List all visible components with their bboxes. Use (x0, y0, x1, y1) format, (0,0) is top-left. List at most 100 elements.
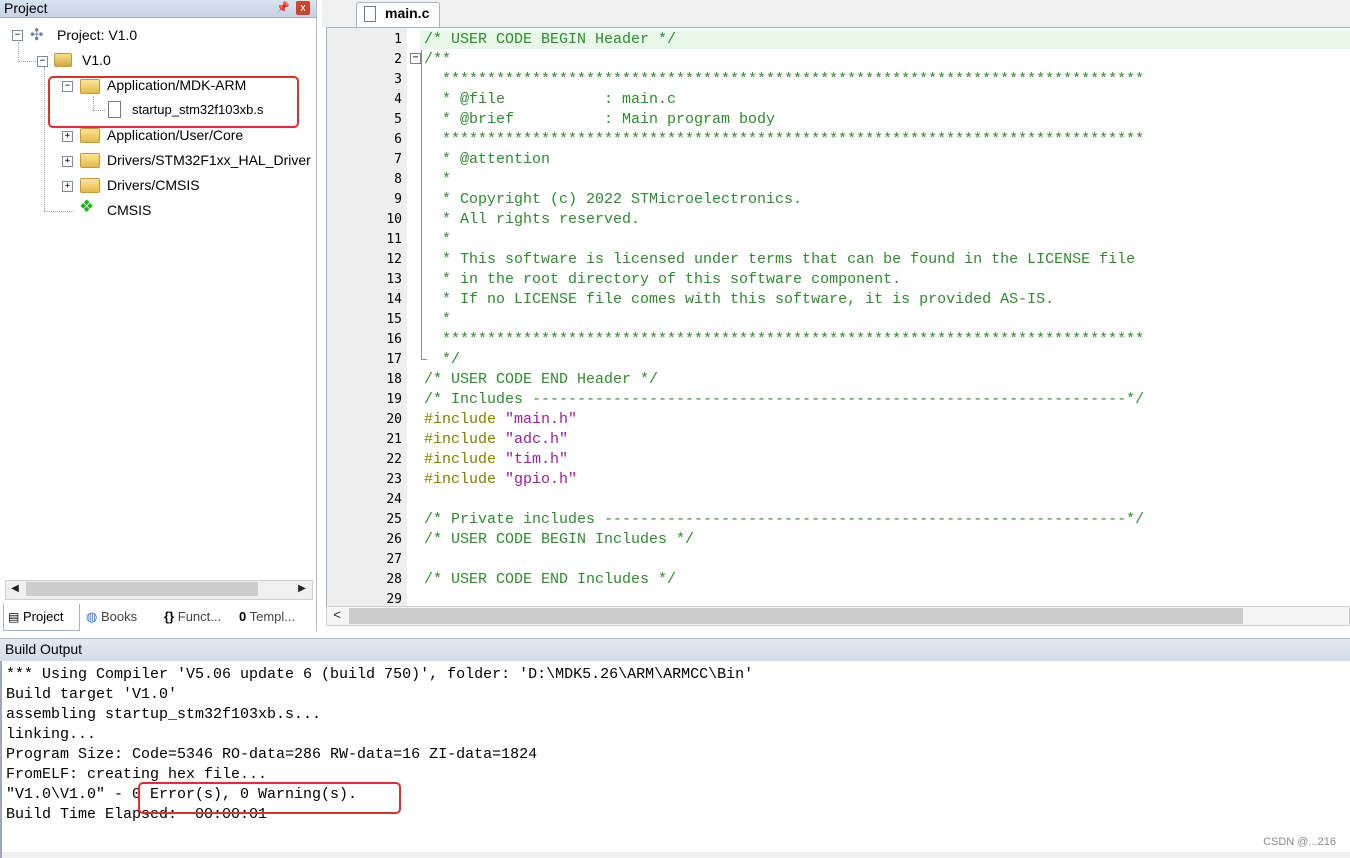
line-number: 27 (386, 552, 402, 567)
code-line: ****************************************… (424, 331, 1145, 348)
tree-item-group[interactable]: Drivers/CMSIS (107, 174, 200, 196)
code-line: * (424, 231, 452, 248)
code-line: * @brief : Main program body (424, 111, 776, 128)
code-line: #include "tim.h" (424, 450, 568, 470)
line-number: 29 (386, 592, 402, 604)
code-line: * in the root directory of this software… (424, 271, 902, 288)
scroll-right-icon[interactable]: ▶ (294, 581, 310, 597)
tab-label: Funct... (177, 609, 222, 624)
tree-item-target[interactable]: V1.0 (82, 49, 111, 71)
tree-connector (44, 67, 45, 211)
code-line: /* USER CODE END Header */ (424, 371, 659, 388)
tab-label: Books (100, 609, 138, 624)
editor-tab-bar (322, 0, 1350, 27)
tab-label: main.c (385, 5, 430, 21)
code-line: #include "adc.h" (424, 430, 568, 450)
tab-templates[interactable]: 0 Templ... (239, 605, 295, 629)
tab-label: Project (22, 609, 64, 624)
preprocessor-directive: #include (424, 411, 497, 428)
code-line: #include "gpio.h" (424, 470, 577, 490)
line-number: 16 (386, 332, 402, 347)
tab-functions[interactable]: {} Funct... (164, 605, 221, 629)
code-line: ****************************************… (424, 71, 1145, 88)
line-number: 28 (386, 572, 402, 587)
tree-item-component[interactable]: CMSIS (107, 199, 151, 221)
line-number: 9 (394, 192, 402, 207)
line-number: 13 (386, 272, 402, 287)
build-output-title: Build Output (5, 641, 83, 657)
line-number: 23 (386, 472, 402, 487)
project-panel-title-bar: Project 📌 x (0, 0, 316, 18)
scrollbar-thumb[interactable] (349, 608, 1243, 624)
code-line: /** (424, 51, 452, 68)
code-line: * If no LICENSE file comes with this sof… (424, 291, 1055, 308)
line-number: 4 (394, 92, 402, 107)
code-line: * (424, 171, 452, 188)
project-horizontal-scrollbar[interactable]: ◀ ▶ (5, 580, 313, 600)
line-number: 20 (386, 412, 402, 427)
build-output-line: Build target 'V1.0' (6, 686, 178, 703)
tab-project[interactable]: ▤ Project (8, 605, 63, 629)
scroll-left-icon[interactable]: < (329, 607, 345, 623)
code-line: /* USER CODE END Includes */ (424, 571, 677, 588)
tab-main-c[interactable]: main.c (356, 2, 440, 27)
scrollbar-thumb[interactable] (26, 582, 258, 596)
string-literal: "gpio.h" (505, 471, 578, 488)
code-line: * All rights reserved. (424, 211, 641, 228)
tree-connector (44, 211, 74, 212)
pin-icon[interactable]: 📌 (276, 1, 290, 15)
target-icon (54, 53, 72, 67)
code-line: /* Includes ----------------------------… (424, 391, 1145, 408)
line-number: 17 (386, 352, 402, 367)
preprocessor-directive: #include (424, 451, 497, 468)
collapse-toggle[interactable]: − (37, 56, 48, 67)
code-line: /* USER CODE BEGIN Header */ (424, 31, 677, 48)
line-number: 10 (386, 212, 402, 227)
scroll-left-icon[interactable]: ◀ (7, 581, 23, 597)
string-literal: "main.h" (505, 411, 578, 428)
tree-item-group[interactable]: Drivers/STM32F1xx_HAL_Driver (107, 149, 314, 171)
project-panel-title: Project (4, 0, 48, 16)
books-icon: ◍ (86, 609, 98, 624)
line-number: 12 (386, 252, 402, 267)
templates-icon: 0 (239, 609, 247, 624)
component-icon: ❖ (79, 197, 95, 216)
folder-icon (80, 128, 100, 143)
build-output-title-bar: Build Output (0, 638, 1350, 662)
line-number: 15 (386, 312, 402, 327)
line-number: 22 (386, 452, 402, 467)
fold-collapse-icon[interactable]: − (410, 53, 421, 64)
annotation-highlight (138, 782, 401, 814)
expand-toggle[interactable]: + (62, 131, 73, 142)
build-output-scrollbar[interactable] (2, 852, 1350, 858)
tree-item-project[interactable]: Project: V1.0 (57, 24, 137, 46)
line-number: 26 (386, 532, 402, 547)
project-icon: ✣ (30, 27, 44, 44)
line-number: 11 (386, 232, 402, 247)
editor-horizontal-scrollbar[interactable]: < (326, 606, 1350, 626)
build-output-line: linking... (6, 726, 97, 743)
code-line: #include "main.h" (424, 410, 577, 430)
build-output-line: assembling startup_stm32f103xb.s... (6, 706, 322, 723)
tree-connector (18, 42, 19, 62)
tab-label: Templ... (249, 609, 296, 624)
code-line: /* Private includes --------------------… (424, 511, 1145, 528)
collapse-toggle[interactable]: − (12, 30, 23, 41)
tab-books[interactable]: ◍ Books (86, 605, 137, 629)
code-line: * @attention (424, 151, 551, 168)
close-icon[interactable]: x (296, 1, 310, 15)
code-line: * Copyright (c) 2022 STMicroelectronics. (424, 191, 803, 208)
build-output-line: Program Size: Code=5346 RO-data=286 RW-d… (6, 746, 538, 763)
watermark: CSDN @...216 (1263, 836, 1336, 848)
line-number: 19 (386, 392, 402, 407)
line-number: 2 (394, 52, 402, 67)
code-line: * @file : main.c (424, 91, 677, 108)
expand-toggle[interactable]: + (62, 156, 73, 167)
line-number: 14 (386, 292, 402, 307)
line-number: 3 (394, 72, 402, 87)
line-number: 7 (394, 152, 402, 167)
line-number: 8 (394, 172, 402, 187)
code-line: ****************************************… (424, 131, 1145, 148)
code-line: */ (424, 351, 461, 368)
expand-toggle[interactable]: + (62, 181, 73, 192)
